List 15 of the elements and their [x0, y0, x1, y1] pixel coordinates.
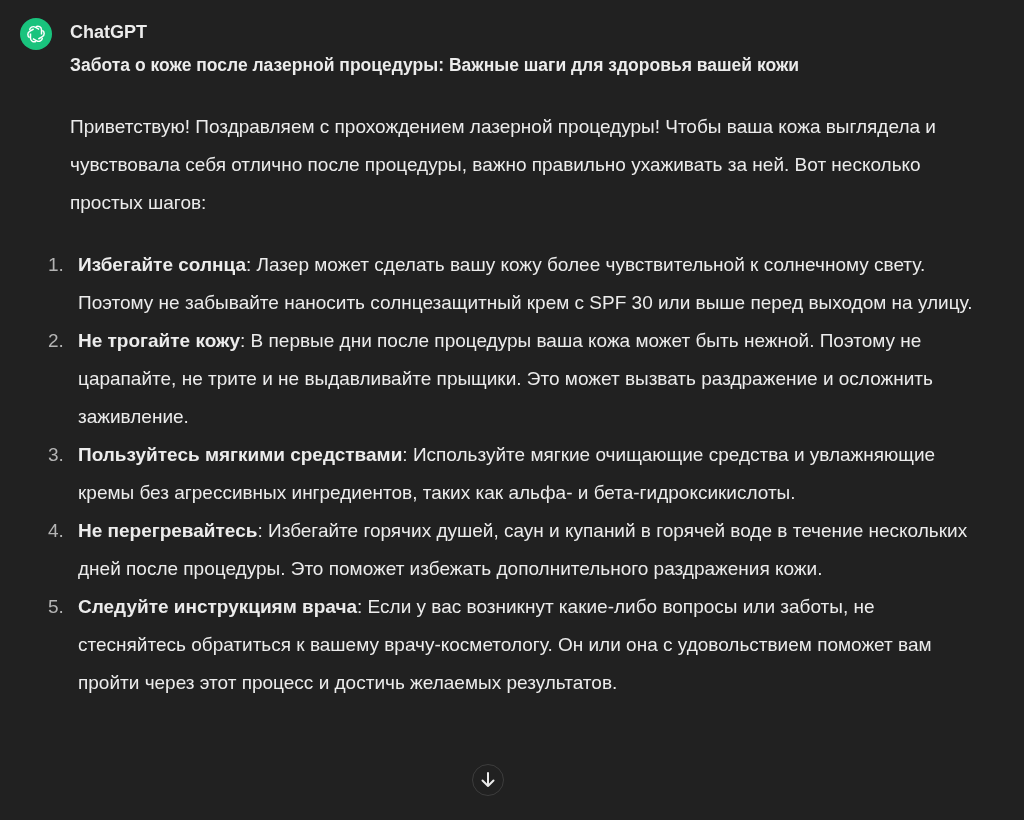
- intro-paragraph: Приветствую! Поздравляем с прохождением лазерной процедуры! Чтобы ваша кожа выглядела и чувствовала себя отлично после процедуры, важно правильно ухаживать за ней. Вот несколько простых шагов:: [70, 115, 937, 215]
- down-arrow-icon: [479, 771, 497, 789]
- step-text: Пользуйтесь мягкими средствами: Используйте мягкие очищающие средства и увлажняющие кремы без агрессивных ингредиентов, таких как альфа- и бета-гидроксикислоты.: [78, 443, 937, 505]
- list-number: 5.: [48, 595, 65, 619]
- scroll-down-button[interactable]: [472, 764, 504, 796]
- message-title: Забота о коже после лазерной процедуры: Важные шаги для здоровья вашей кожи: [70, 54, 801, 77]
- step-text: Не трогайте кожу: В первые дни после процедуры ваша кожа может быть нежной. Поэтому не царапайте, не трите и не выдавливайте прыщики. Это может вызвать раздражение и осложнить заживление.: [78, 329, 934, 429]
- step-text: Избегайте солнца: Лазер может сделать вашу кожу более чувствительной к солнечному свету. Поэтому не забывайте наносить солнцезащитный крем с SPF 30 или выше перед выходом на улицу.: [78, 253, 974, 315]
- list-number: 3.: [48, 443, 65, 467]
- author-name: ChatGPT: [70, 21, 148, 44]
- step-text: Не перегревайтесь: Избегайте горячих душей, саун и купаний в горячей воде в течение нескольких дней после процедуры. Это поможет избежать дополнительного раздражения кожи.: [78, 519, 969, 581]
- list-number: 1.: [48, 253, 65, 277]
- list-number: 4.: [48, 519, 65, 543]
- step-text: Следуйте инструкциям врача: Если у вас возникнут какие-либо вопросы или заботы, не стесняйтесь обратиться к вашему врачу-косметологу. Он или она с удовольствием поможет вам пройти через этот процесс и достичь желаемых результатов.: [78, 595, 933, 695]
- list-number: 2.: [48, 329, 65, 353]
